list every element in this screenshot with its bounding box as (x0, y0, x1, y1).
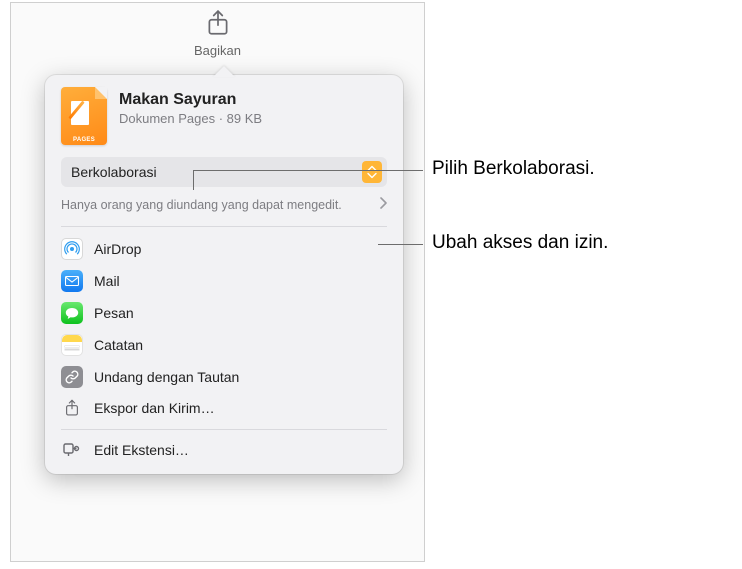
export-icon (61, 398, 83, 418)
callout-collaborate: Pilih Berkolaborasi. (432, 158, 595, 180)
callout-permissions: Ubah akses dan izin. (432, 232, 608, 254)
toolbar: Bagikan (11, 3, 424, 58)
popover-caret (213, 66, 235, 77)
extensions-icon (61, 441, 83, 459)
permissions-text: Hanya orang yang diundang yang dapat men… (61, 197, 342, 213)
share-option-airdrop[interactable]: AirDrop (45, 233, 403, 265)
share-option-mail[interactable]: Mail (45, 265, 403, 297)
callout-leader-line (193, 170, 423, 171)
document-header: PAGES Makan Sayuran Dokumen Pages · 89 K… (45, 87, 403, 157)
share-popover: PAGES Makan Sayuran Dokumen Pages · 89 K… (45, 75, 403, 474)
mail-icon (61, 270, 83, 292)
airdrop-icon (61, 238, 83, 260)
share-icon[interactable] (205, 9, 231, 42)
callout-leader-line (378, 244, 423, 245)
document-subtitle: Dokumen Pages · 89 KB (119, 111, 262, 126)
permissions-row[interactable]: Hanya orang yang diundang yang dapat men… (45, 193, 403, 224)
share-options-list: AirDrop Mail Pesan (45, 229, 403, 427)
share-option-invite-link[interactable]: Undang dengan Tautan (45, 361, 403, 393)
document-title: Makan Sayuran (119, 87, 262, 109)
share-option-notes[interactable]: Catatan (45, 329, 403, 361)
notes-icon (61, 334, 83, 356)
updown-chevron-icon (362, 161, 382, 183)
share-option-export-send[interactable]: Ekspor dan Kirim… (45, 393, 403, 423)
divider (61, 429, 387, 430)
pages-document-icon: PAGES (61, 87, 107, 145)
chevron-right-icon (379, 196, 387, 214)
callout-leader-line (193, 170, 194, 190)
divider (61, 226, 387, 227)
share-option-messages[interactable]: Pesan (45, 297, 403, 329)
collaborate-mode-select[interactable]: Berkolaborasi (61, 157, 387, 187)
messages-icon (61, 302, 83, 324)
main-window: Bagikan PAGES Makan Sayuran Dokumen Page… (10, 2, 425, 562)
share-label: Bagikan (194, 43, 241, 58)
edit-extensions[interactable]: Edit Ekstensi… (45, 436, 403, 464)
link-icon (61, 366, 83, 388)
collaborate-mode-label: Berkolaborasi (71, 164, 157, 180)
